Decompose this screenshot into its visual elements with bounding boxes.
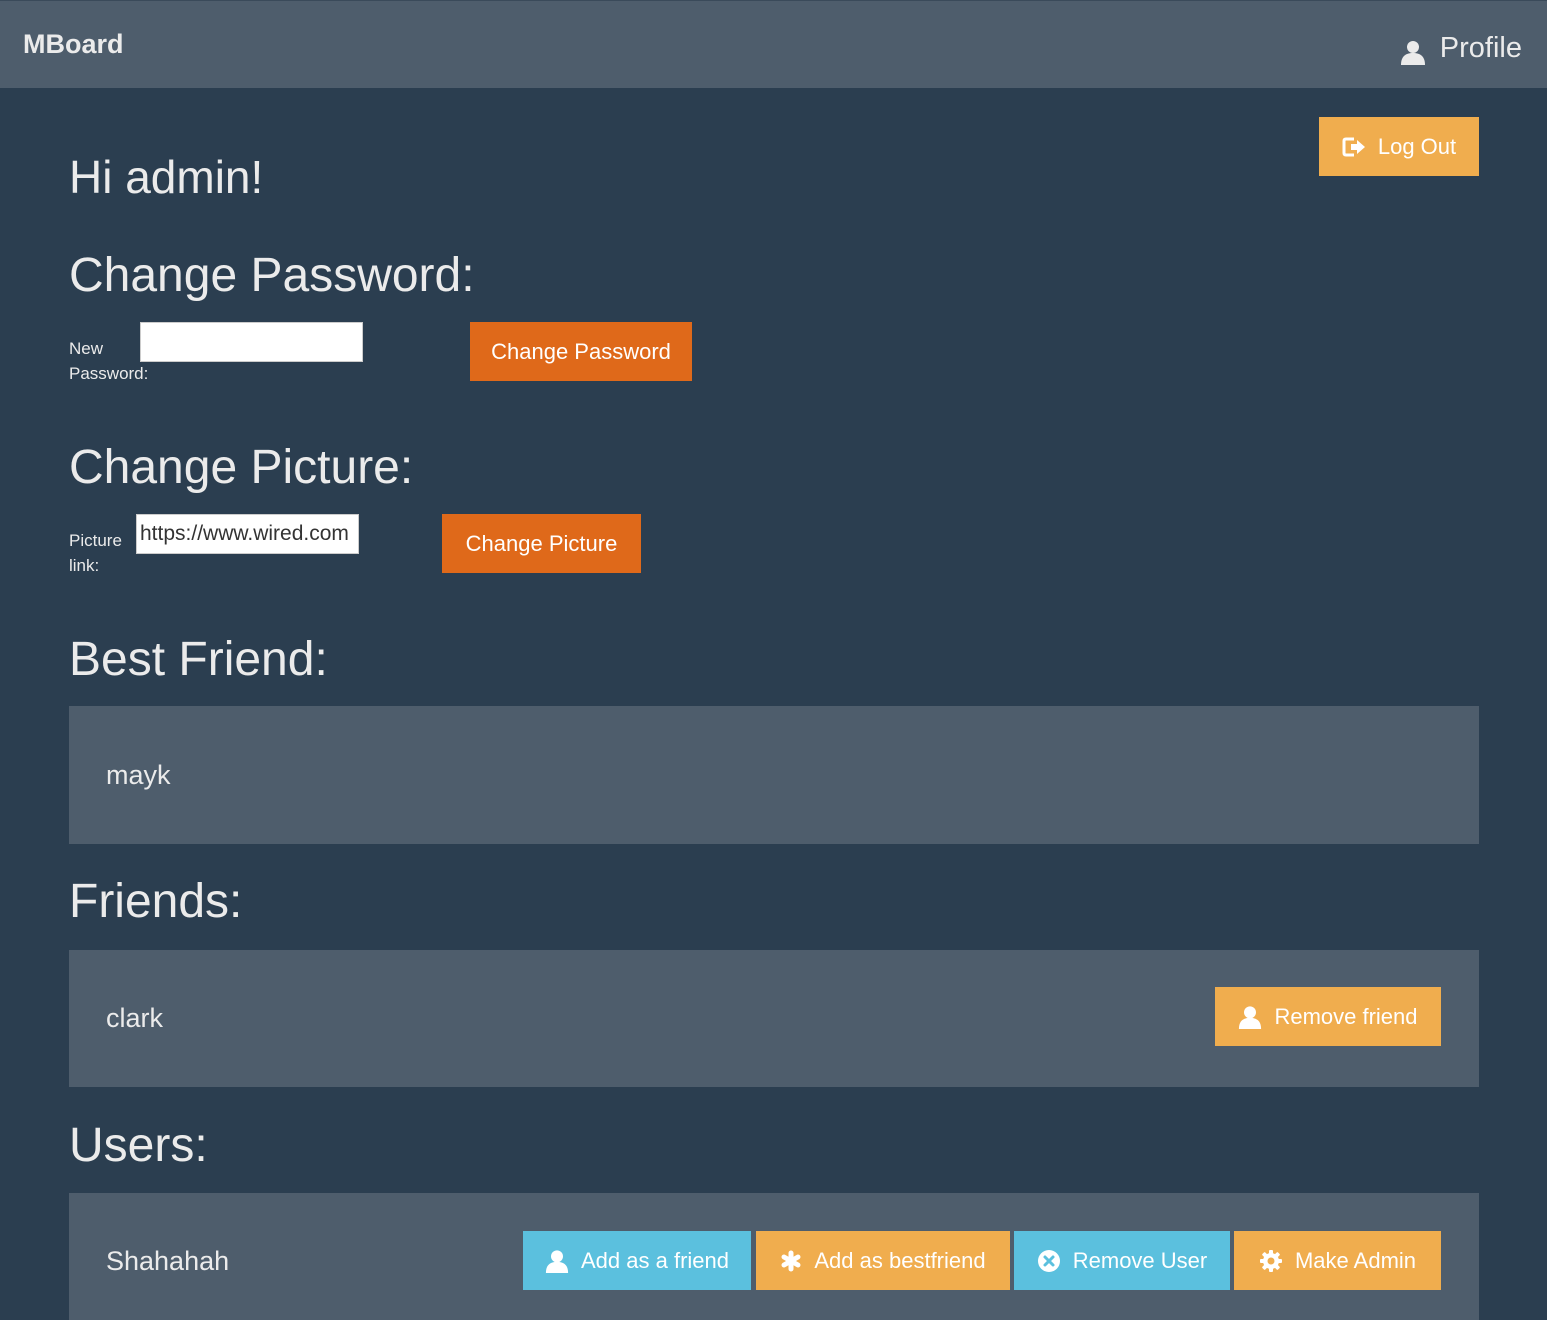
user-icon	[1400, 41, 1425, 65]
nav-profile-label: Profile	[1439, 31, 1522, 64]
change-picture-button[interactable]: Change Picture	[442, 514, 641, 573]
user-icon	[545, 1249, 569, 1273]
user-row: Shahahah Add as a friend Add as bestfrie…	[69, 1193, 1479, 1320]
user-icon	[1239, 1005, 1262, 1029]
sign-out-icon	[1342, 137, 1365, 156]
users-heading: Users:	[69, 1119, 208, 1172]
navbar: MBoard Profile	[0, 0, 1547, 88]
friend-row: clark Remove friend	[69, 950, 1479, 1087]
remove-circle-icon	[1037, 1249, 1060, 1272]
change-password-heading: Change Password:	[69, 249, 475, 302]
best-friend-panel: mayk	[69, 706, 1479, 844]
remove-user-label: Remove User	[1072, 1247, 1208, 1273]
logout-button[interactable]: Log Out	[1319, 117, 1479, 176]
best-friend-heading: Best Friend:	[69, 633, 328, 686]
new-password-label-line2: Password:	[69, 364, 149, 383]
best-friend-name: mayk	[106, 760, 171, 790]
add-bestfriend-label: Add as bestfriend	[814, 1247, 986, 1273]
picture-link-input[interactable]	[136, 514, 359, 554]
new-password-label: New Password:	[69, 336, 148, 386]
new-password-input[interactable]	[140, 322, 363, 362]
make-admin-label: Make Admin	[1294, 1247, 1417, 1273]
picture-link-label-line2: link:	[69, 556, 100, 575]
user-name: Shahahah	[106, 1246, 230, 1276]
greeting-heading: Hi admin!	[69, 151, 264, 203]
add-bestfriend-button[interactable]: Add as bestfriend	[756, 1231, 1010, 1290]
remove-friend-button[interactable]: Remove friend	[1215, 987, 1441, 1046]
nav-profile-link[interactable]: Profile	[1400, 31, 1522, 65]
asterisk-icon	[781, 1250, 801, 1271]
brand-logo[interactable]: MBoard	[23, 29, 124, 60]
friends-heading: Friends:	[69, 875, 243, 928]
change-password-button[interactable]: Change Password	[470, 322, 692, 381]
add-friend-button[interactable]: Add as a friend	[523, 1231, 751, 1290]
remove-friend-label: Remove friend	[1274, 1003, 1418, 1029]
gear-icon	[1259, 1249, 1282, 1272]
friend-name: clark	[106, 1003, 164, 1033]
make-admin-button[interactable]: Make Admin	[1234, 1231, 1441, 1290]
add-friend-label: Add as a friend	[581, 1247, 729, 1273]
change-picture-heading: Change Picture:	[69, 441, 414, 494]
picture-link-label-line1: Picture	[69, 531, 122, 550]
picture-link-label: Picture link:	[69, 528, 122, 578]
new-password-label-line1: New	[69, 339, 104, 358]
remove-user-button[interactable]: Remove User	[1014, 1231, 1230, 1290]
logout-label: Log Out	[1377, 133, 1457, 159]
